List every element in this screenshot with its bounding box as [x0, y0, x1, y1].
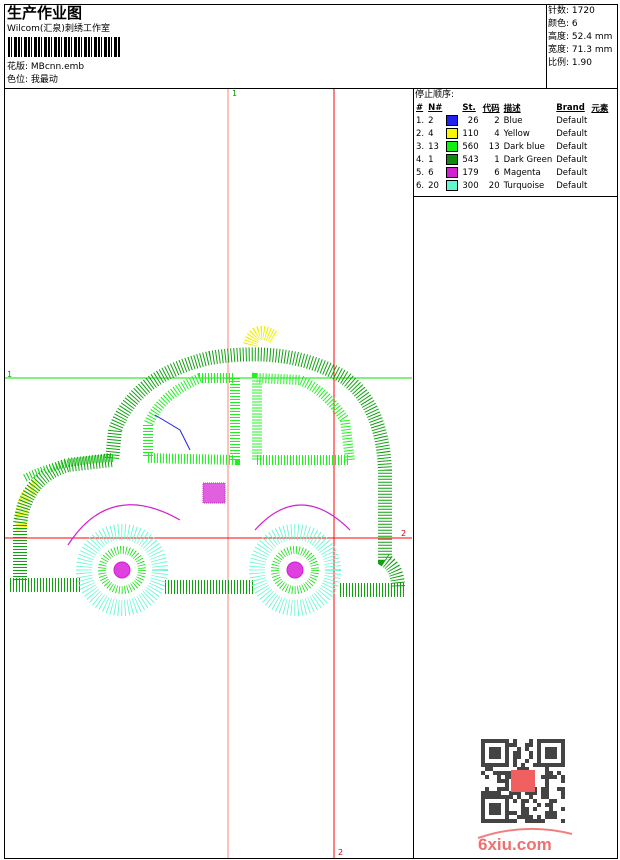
yellow-roof-light	[243, 325, 279, 348]
watermark-logo: 6xiu.com	[477, 827, 573, 854]
guide-label-h2: 2	[401, 529, 406, 538]
guide-label-v1: 1	[232, 89, 237, 98]
svg-text:6xiu.com: 6xiu.com	[478, 835, 552, 854]
guide-label-v2: 2	[338, 848, 343, 857]
production-worksheet: 生产作业图 Wilcom(汇泉)刺绣工作室 花版: MBcnn.emb 色位: …	[0, 0, 620, 860]
car-bottom	[10, 578, 405, 597]
blue-detail	[154, 414, 191, 451]
design-canvas: 1 1 2 2 6xiu.com	[5, 89, 573, 858]
qr-code	[480, 738, 566, 824]
car-embroidery	[10, 325, 405, 616]
rear-wheel	[249, 524, 341, 616]
seal-logo	[511, 770, 535, 792]
door-handle	[202, 482, 226, 504]
car-body-outline	[13, 347, 405, 589]
guide-label-h1: 1	[7, 370, 12, 379]
right-window	[252, 372, 356, 465]
front-wheel	[76, 524, 168, 616]
